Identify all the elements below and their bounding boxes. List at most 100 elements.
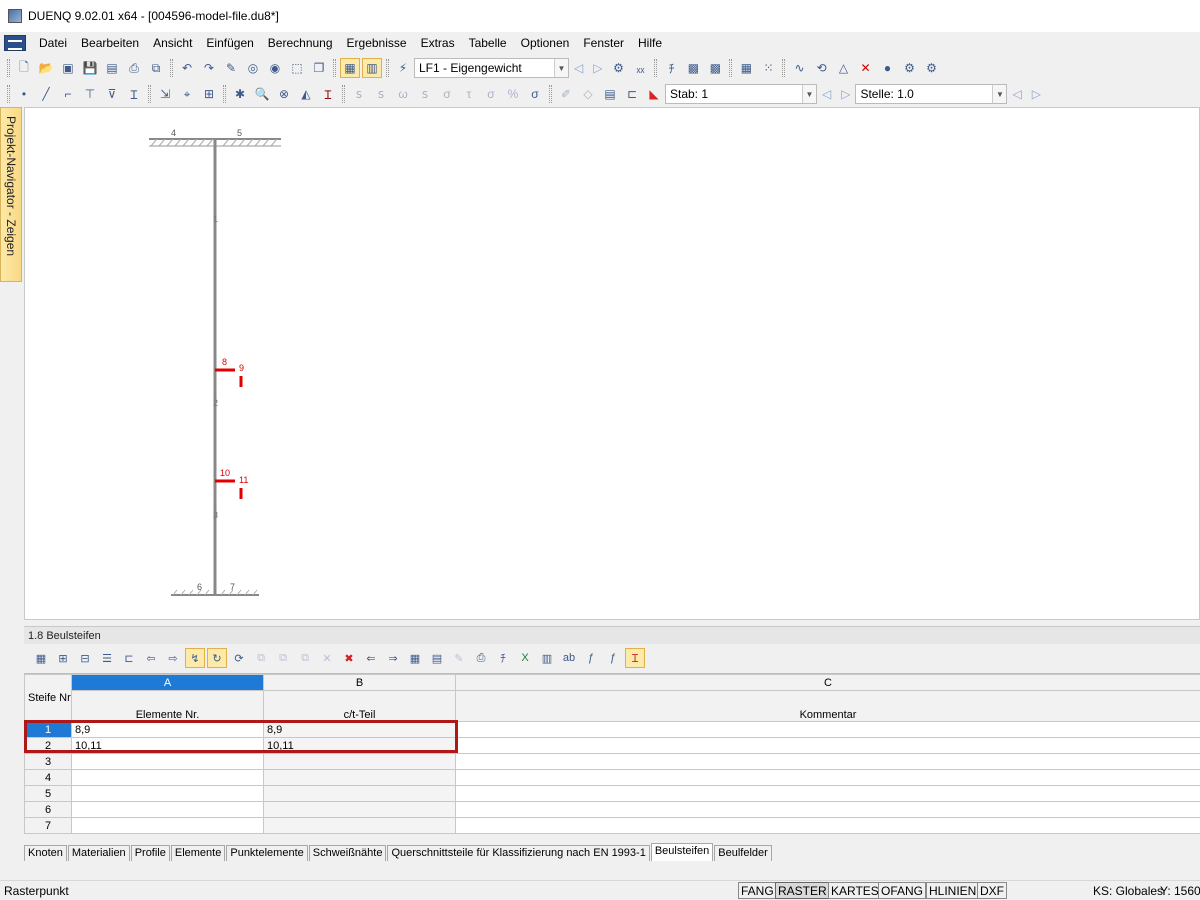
cell-elemente[interactable]: 8,9	[71, 721, 264, 738]
find-icon[interactable]: 🔍	[252, 84, 272, 104]
insert-row-icon[interactable]: ⊞	[53, 648, 73, 668]
cell-elemente[interactable]	[71, 801, 264, 818]
previous-member-icon[interactable]: ◁	[822, 87, 831, 101]
save-icon[interactable]: 💾	[80, 58, 100, 78]
edit-icon[interactable]: ✎	[221, 58, 241, 78]
polyline-icon[interactable]: ⌐	[58, 84, 78, 104]
cell-kommentar[interactable]	[455, 817, 1200, 834]
cell-ct-teil[interactable]	[263, 801, 456, 818]
report-icon[interactable]: ▤	[600, 84, 620, 104]
section-icon[interactable]: Ɪ	[318, 84, 338, 104]
next-table-icon[interactable]: ⇨	[163, 648, 183, 668]
stiffener-table[interactable]: Steife Nr. A B C Elemente Nr. c/t-Teil K…	[24, 673, 1200, 834]
line-icon[interactable]: ╱	[36, 84, 56, 104]
table-row[interactable]: 6	[24, 801, 1200, 818]
delete-row-icon[interactable]: ⊟	[75, 648, 95, 668]
column-header-kommentar[interactable]: Kommentar	[455, 690, 1200, 722]
results-icon[interactable]: ⚙	[608, 58, 628, 78]
cell-elemente[interactable]	[71, 817, 264, 834]
menu-berechnung[interactable]: Berechnung	[261, 36, 340, 50]
cell-kommentar[interactable]	[455, 721, 1200, 738]
table-layout-icon[interactable]: ▤	[427, 648, 447, 668]
next-member-icon[interactable]: ▷	[841, 87, 850, 101]
next-location-icon[interactable]: ▷	[1032, 87, 1041, 101]
edit-cell-icon[interactable]: ✎	[449, 648, 469, 668]
toolbar-grip[interactable]	[7, 85, 10, 103]
menu-hilfe[interactable]: Hilfe	[631, 36, 669, 50]
row-number[interactable]: 4	[24, 769, 72, 786]
move-down-icon[interactable]: ⇒	[383, 648, 403, 668]
tab-beulfelder[interactable]: Beulfelder	[714, 845, 772, 861]
sync-selection-icon[interactable]: ↯	[185, 648, 205, 668]
member-select[interactable]: Stab: 1 ▼	[665, 84, 817, 104]
ofang-toggle[interactable]: OFANG	[878, 882, 927, 899]
delete-entry-icon[interactable]: ✕	[317, 648, 337, 668]
row-number[interactable]: 7	[24, 817, 72, 834]
cell-elemente[interactable]: 10,11	[71, 737, 264, 754]
delete-red-icon[interactable]: ✖	[339, 648, 359, 668]
model-canvas[interactable]: 4 5 6 7 1 2 3 8 9 10 11	[24, 107, 1200, 620]
menu-ergebnisse[interactable]: Ergebnisse	[340, 36, 414, 50]
target-icon[interactable]: ◉	[265, 58, 285, 78]
cell-ct-teil[interactable]	[263, 817, 456, 834]
table-row[interactable]: 4	[24, 769, 1200, 786]
grid-icon[interactable]: ▦	[736, 58, 756, 78]
tab-punktelemente[interactable]: Punktelemente	[226, 845, 308, 861]
calc-icon[interactable]: ﾁ	[493, 648, 513, 668]
s-omega-icon[interactable]: ꜱ	[415, 84, 435, 104]
coordinate-icon[interactable]: ⌖	[177, 84, 197, 104]
cell-kommentar[interactable]	[455, 753, 1200, 770]
previous-table-icon[interactable]: ⇦	[141, 648, 161, 668]
column-header-ct-teil[interactable]: c/t-Teil	[263, 690, 456, 722]
hlinien-toggle[interactable]: HLINIEN	[926, 882, 980, 899]
tab-schweissnaehte[interactable]: Schweißnähte	[308, 845, 387, 861]
loadcase-icon[interactable]: ⚡	[393, 58, 413, 78]
print-table-icon[interactable]: ⎙	[471, 648, 491, 668]
menu-fenster[interactable]: Fenster	[576, 36, 631, 50]
menu-optionen[interactable]: Optionen	[514, 36, 577, 50]
table-row[interactable]: 7	[24, 817, 1200, 834]
profile-icon[interactable]: Ɪ	[124, 84, 144, 104]
table-row[interactable]: 5	[24, 785, 1200, 802]
open-example-icon[interactable]: ▣	[58, 58, 78, 78]
tab-knoten[interactable]: Knoten	[24, 845, 67, 861]
xxx-values-icon[interactable]: ₓₓ	[630, 58, 650, 78]
cell-ct-teil[interactable]	[263, 769, 456, 786]
cell-kommentar[interactable]	[455, 801, 1200, 818]
rotate-icon[interactable]: ⟲	[811, 58, 831, 78]
print-icon[interactable]: ⎙	[124, 58, 144, 78]
pen-icon[interactable]: ✐	[556, 84, 576, 104]
model-drawing[interactable]: 4 5 6 7 1 2 3 8 9 10 11	[25, 108, 1200, 621]
text-format-icon[interactable]: ab	[559, 648, 579, 668]
nodes-icon[interactable]: ∿	[789, 58, 809, 78]
grid-dots-icon[interactable]: ⁙	[758, 58, 778, 78]
percent-icon[interactable]: %	[503, 84, 523, 104]
render-icon[interactable]: ●	[877, 58, 897, 78]
loadcase-select[interactable]: LF1 - Eigengewicht ▼	[414, 58, 569, 78]
print-report-icon[interactable]: ▤	[102, 58, 122, 78]
chevron-down-icon[interactable]: ▼	[554, 59, 568, 77]
point-element-icon[interactable]: ⊤	[80, 84, 100, 104]
cell-elemente[interactable]	[71, 769, 264, 786]
zoom-icon[interactable]: ◎	[243, 58, 263, 78]
copy-icon[interactable]: ⧉	[251, 648, 271, 668]
cogs-icon[interactable]: ⚙	[921, 58, 941, 78]
column-letter-b[interactable]: B	[263, 674, 456, 691]
function-icon[interactable]: ƒ	[581, 648, 601, 668]
menu-tabelle[interactable]: Tabelle	[462, 36, 514, 50]
cell-elemente[interactable]	[71, 753, 264, 770]
su-icon[interactable]: ꜱ	[349, 84, 369, 104]
clear-row-icon[interactable]: ☰	[97, 648, 117, 668]
dxf-toggle[interactable]: DXF	[977, 882, 1007, 899]
previous-loadcase-icon[interactable]: ◁	[574, 61, 583, 75]
row-number[interactable]: 5	[24, 785, 72, 802]
table-row[interactable]: 1 8,9 8,9	[24, 721, 1200, 738]
table-row[interactable]: 2 10,11 10,11	[24, 737, 1200, 754]
tab-querschnittsteile[interactable]: Querschnittsteile für Klassifizierung na…	[387, 845, 650, 861]
print-preview-icon[interactable]: ⧉	[146, 58, 166, 78]
header-steife-nr[interactable]: Steife Nr.	[24, 674, 72, 722]
view-icon[interactable]: ◇	[578, 84, 598, 104]
results-table-icon[interactable]: ▩	[683, 58, 703, 78]
options-icon[interactable]: ⚙	[899, 58, 919, 78]
undo-icon[interactable]: ↶	[177, 58, 197, 78]
